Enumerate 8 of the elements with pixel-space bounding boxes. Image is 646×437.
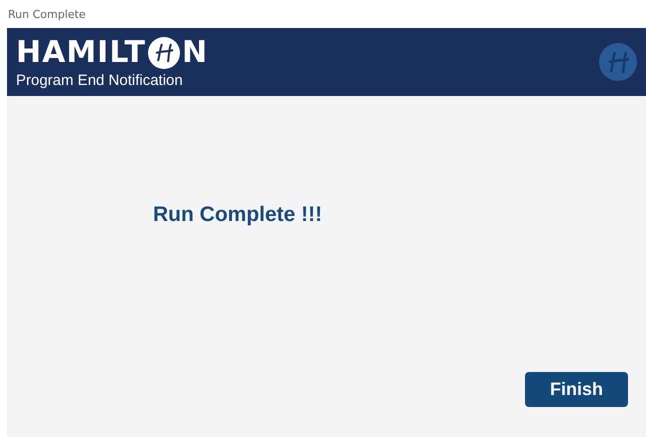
header-subtitle: Program End Notification xyxy=(16,72,184,88)
logo-emblem-icon xyxy=(146,36,181,70)
logo-text: HAMILT xyxy=(16,36,146,70)
logo-watermark-icon xyxy=(598,42,638,82)
logo-text: N xyxy=(182,36,208,70)
window-title: Run Complete xyxy=(8,8,86,20)
finish-button[interactable]: Finish xyxy=(525,372,628,407)
status-message: Run Complete !!! xyxy=(153,203,324,227)
